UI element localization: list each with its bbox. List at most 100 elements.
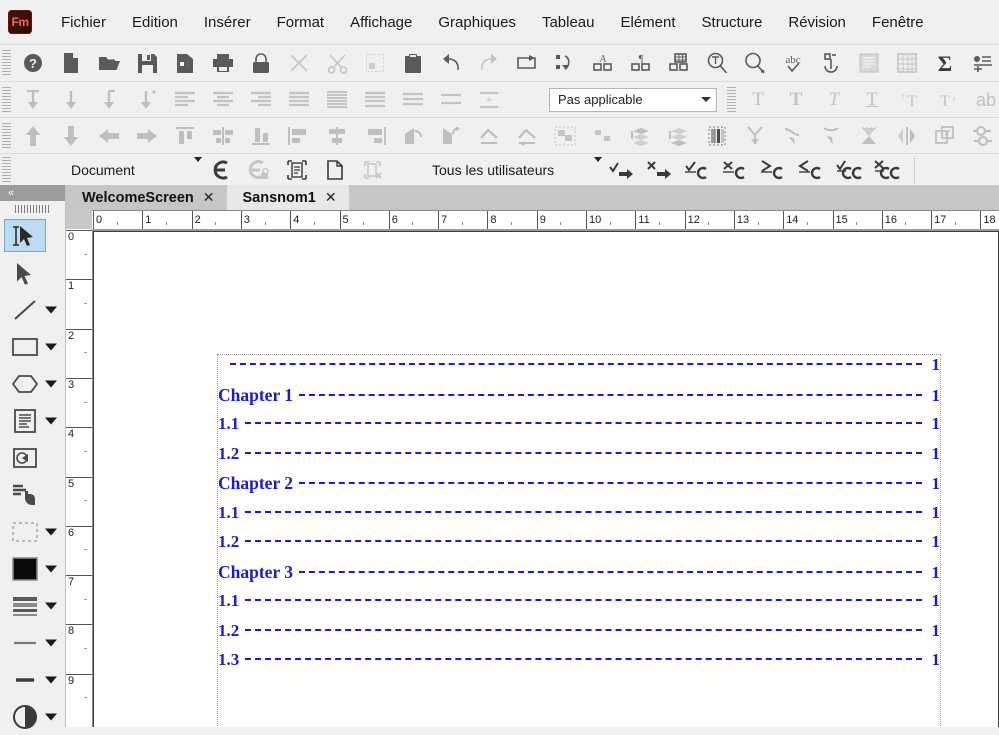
ungroup-icon[interactable]	[584, 121, 622, 151]
chevron-down-icon[interactable]	[45, 528, 57, 535]
line-spacing-single-icon[interactable]	[318, 85, 356, 115]
redo-icon[interactable]	[470, 48, 508, 78]
tint-tool[interactable]	[0, 698, 65, 735]
users-filter-combo[interactable]: Tous les utilisateurs	[430, 157, 602, 183]
chevron-down-icon[interactable]	[45, 676, 57, 683]
bring-to-front-icon[interactable]	[622, 121, 660, 151]
menu-fenetre[interactable]: Fenêtre	[859, 10, 937, 35]
text-frame-icon[interactable]	[850, 48, 888, 78]
align-center-icon[interactable]	[204, 85, 242, 115]
align-top-icon[interactable]	[166, 121, 204, 151]
toolbar-grip[interactable]	[727, 86, 736, 113]
smart-select-tool[interactable]	[0, 217, 65, 254]
align-left-icon[interactable]	[166, 85, 204, 115]
paragraph-tag-combo[interactable]: Pas applicable	[549, 87, 717, 112]
find-icon[interactable]	[698, 48, 736, 78]
toc-entry[interactable]: 1.1 1	[218, 591, 940, 621]
flip-up-down-icon[interactable]	[812, 121, 850, 151]
toc-entry[interactable]: Chapter 2 1	[218, 473, 940, 503]
move-up-icon[interactable]	[14, 121, 52, 151]
text-underline-icon[interactable]: T	[853, 85, 891, 115]
chevron-down-icon[interactable]	[45, 565, 57, 572]
text-frame-tool[interactable]	[0, 402, 65, 439]
document-delete-icon[interactable]	[354, 155, 392, 185]
accept-change-next-icon[interactable]	[602, 155, 640, 185]
toc-entry[interactable]: Chapter 1 1	[218, 385, 940, 415]
reject-all-changes-icon[interactable]	[868, 155, 906, 185]
group-icon[interactable]	[546, 121, 584, 151]
close-icon[interactable]: ✕	[325, 189, 337, 206]
insert-table-icon[interactable]	[888, 48, 926, 78]
toolbar-grip[interactable]	[2, 122, 11, 149]
lock-icon[interactable]	[242, 48, 280, 78]
scissors-icon[interactable]	[318, 48, 356, 78]
chevron-down-icon[interactable]	[45, 417, 57, 424]
accept-change-icon[interactable]	[678, 155, 716, 185]
chevron-down-icon[interactable]	[45, 713, 57, 720]
cut-x-icon[interactable]	[280, 48, 318, 78]
save-icon[interactable]	[128, 48, 166, 78]
line-width-tool[interactable]	[0, 624, 65, 661]
chevron-down-icon[interactable]	[594, 157, 602, 178]
rotate-right-icon[interactable]	[432, 121, 470, 151]
toc-text-frame[interactable]: 1 Chapter 1 1 1.1 1 1.2 1 Chapter 2 1 1.1 1 1.2 1 Cha…	[217, 354, 941, 727]
hotspot-tool[interactable]	[0, 476, 65, 513]
align-right-icon[interactable]	[242, 85, 280, 115]
next-change-icon[interactable]	[754, 155, 792, 185]
close-icon[interactable]: ✕	[203, 189, 215, 206]
move-right-icon[interactable]	[128, 121, 166, 151]
send-to-back-icon[interactable]	[660, 121, 698, 151]
spellcheck-icon[interactable]: abc	[774, 48, 812, 78]
scale-icon[interactable]	[888, 121, 926, 151]
reshape-icon[interactable]	[774, 121, 812, 151]
menu-inserer[interactable]: Insérer	[191, 10, 264, 35]
move-left-icon[interactable]	[90, 121, 128, 151]
image-frame-tool[interactable]	[0, 439, 65, 476]
menu-graphiques[interactable]: Graphiques	[425, 10, 529, 35]
repeat-icon[interactable]	[508, 48, 546, 78]
align-right-objects-icon[interactable]	[356, 121, 394, 151]
copy-icon[interactable]	[356, 48, 394, 78]
save-as-icon[interactable]	[166, 48, 204, 78]
toc-entry[interactable]: 1.2 1	[218, 532, 940, 562]
new-document-icon[interactable]	[52, 48, 90, 78]
menu-revision[interactable]: Révision	[775, 10, 859, 35]
toc-entry[interactable]: 1.1 1	[218, 414, 940, 444]
text-superscript-icon[interactable]: T ↑	[891, 85, 929, 115]
tool-palette-collapse[interactable]: «	[0, 185, 65, 201]
menu-element[interactable]: Elément	[607, 10, 688, 35]
document-blank-icon[interactable]	[316, 155, 354, 185]
smooth-icon[interactable]	[470, 121, 508, 151]
horizontal-ruler[interactable]: 0 1 2 3 4 5 6 7 8 9 10 11 12 13 14 15 16 17 18	[92, 210, 999, 231]
vertical-ruler[interactable]: 0123456789	[66, 229, 93, 727]
space-between-icon[interactable]: +	[470, 85, 508, 115]
join-icon[interactable]	[736, 121, 774, 151]
toc-entry[interactable]: 1.2 1	[218, 444, 940, 474]
accept-all-changes-icon[interactable]	[830, 155, 868, 185]
toolbar-grip[interactable]	[2, 50, 11, 76]
menu-format[interactable]: Format	[264, 10, 338, 35]
tab-welcomescreen[interactable]: WelcomeScreen ✕	[66, 185, 227, 210]
open-folder-icon[interactable]	[90, 48, 128, 78]
menu-tableau[interactable]: Tableau	[529, 10, 608, 35]
review-scope-combo[interactable]: Document	[69, 157, 202, 183]
line-tool[interactable]	[0, 291, 65, 328]
flip-left-right-icon[interactable]	[850, 121, 888, 151]
reject-change-next-icon[interactable]	[640, 155, 678, 185]
undo-icon[interactable]	[432, 48, 470, 78]
help-icon[interactable]: ?	[14, 48, 52, 78]
chevron-down-icon[interactable]	[45, 602, 57, 609]
bullet-list-icon[interactable]	[964, 48, 999, 78]
tool-palette-grip[interactable]	[0, 201, 65, 217]
toc-entry[interactable]: 1.2 1	[218, 621, 940, 651]
align-bottom-icon[interactable]	[242, 121, 280, 151]
zoom-icon[interactable]	[736, 48, 774, 78]
move-down-icon[interactable]	[52, 121, 90, 151]
reject-change-icon[interactable]	[716, 155, 754, 185]
chevron-down-icon[interactable]	[194, 157, 202, 178]
menu-edition[interactable]: Edition	[119, 10, 191, 35]
chevron-down-icon[interactable]	[45, 380, 57, 387]
indent-first-line-icon[interactable]	[14, 85, 52, 115]
print-icon[interactable]	[204, 48, 242, 78]
text-subscript-icon[interactable]: T ↓	[929, 85, 967, 115]
